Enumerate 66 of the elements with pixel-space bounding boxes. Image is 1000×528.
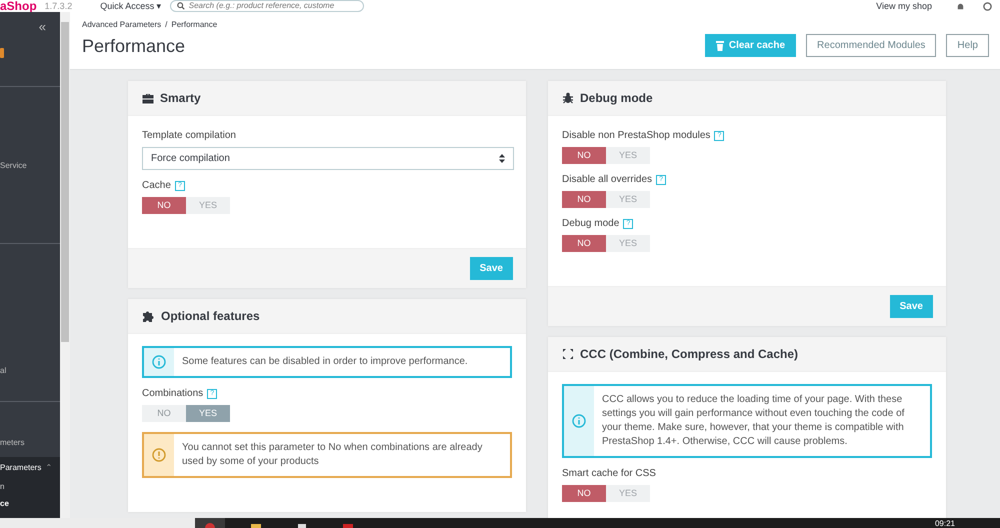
sidebar-item[interactable]: Service xyxy=(0,156,60,174)
sidebar-subitem[interactable]: ce xyxy=(0,495,60,512)
toolbar-button[interactable]: Clear cache xyxy=(704,34,796,57)
sidebar-subitem[interactable]: n xyxy=(0,478,60,495)
switch-option[interactable]: NO xyxy=(562,485,606,502)
user-icon[interactable] xyxy=(983,2,992,10)
page-title: Performance xyxy=(82,36,186,57)
logo-text: aShop xyxy=(0,1,37,11)
field-label: Cache xyxy=(142,180,171,191)
info-alert: CCC allows you to reduce the loading time of your page. With these settings you will gain performance without even touching the code of your theme. Make sure, however, that your theme is compatible with PrestaShop 1.4+. Otherwise, CCC will cause problems. xyxy=(562,384,932,458)
breadcrumb-link[interactable]: Performance xyxy=(171,20,218,29)
expand-icon xyxy=(562,348,574,360)
field-label: Smart cache for CSS xyxy=(562,468,656,479)
field-label: Combinations xyxy=(142,388,204,399)
search-field[interactable]: Search (e.g.: product reference, custome xyxy=(170,0,364,12)
info-icon xyxy=(572,414,586,428)
yes-no-switch[interactable]: NO YES xyxy=(562,235,650,252)
toolbar-button[interactable]: Help xyxy=(946,34,989,57)
taskbar-clock: 09:21 xyxy=(934,518,955,528)
switch-option[interactable]: YES xyxy=(606,191,650,208)
save-button[interactable]: Save xyxy=(470,257,513,280)
sort-caret-icon xyxy=(499,154,505,163)
field-label: Debug mode xyxy=(562,218,620,229)
switch-option[interactable]: YES xyxy=(606,235,650,252)
scrollbar[interactable] xyxy=(60,12,70,518)
warning-alert: You cannot set this parameter to No when combinations are already used by some of your products xyxy=(142,432,512,478)
quick-access-menu[interactable]: Quick Access ▾ xyxy=(80,1,162,11)
panel-title: CCC (Combine, Compress and Cache) xyxy=(580,347,798,361)
toolbar-button[interactable]: Recommended Modules xyxy=(806,34,936,57)
switch-option[interactable]: NO xyxy=(562,235,606,252)
bell-icon[interactable] xyxy=(956,2,965,10)
info-icon xyxy=(152,355,166,369)
template-compilation-select[interactable]: Force compilation xyxy=(142,147,514,170)
bug-icon xyxy=(562,92,574,104)
switch-option[interactable]: YES xyxy=(186,197,230,214)
switch-option[interactable]: YES xyxy=(606,147,650,164)
menu-icon[interactable] xyxy=(0,48,4,58)
yes-no-switch[interactable]: NO YES xyxy=(562,485,650,502)
panel-title: Optional features xyxy=(161,309,260,323)
puzzle-icon xyxy=(142,310,155,322)
sidebar-item[interactable]: al xyxy=(0,362,60,379)
panel-title: Debug mode xyxy=(580,91,653,105)
sidebar-item[interactable]: meters xyxy=(0,434,60,451)
yes-no-switch[interactable]: NO YES xyxy=(562,191,650,208)
collapse-icon[interactable]: « xyxy=(38,19,46,34)
field-label: Template compilation xyxy=(142,130,236,141)
switch-option[interactable]: NO xyxy=(142,197,186,214)
switch-option[interactable]: NO xyxy=(562,191,606,208)
yes-no-switch[interactable]: NO YES xyxy=(562,147,650,164)
version-text: 1.7.3.2 xyxy=(44,1,72,11)
panel-title: Smarty xyxy=(160,91,201,105)
briefcase-icon xyxy=(142,92,154,104)
switch-option[interactable]: YES xyxy=(606,485,650,502)
view-shop-link[interactable]: View my shop xyxy=(876,1,932,11)
info-alert: Some features can be disabled in order to improve performance. xyxy=(142,346,512,378)
trash-icon xyxy=(716,40,724,50)
field-label: Disable all overrides xyxy=(562,174,652,185)
yes-no-switch[interactable]: NO YES xyxy=(142,197,230,214)
exclamation-icon xyxy=(152,448,166,462)
breadcrumb-separator: / xyxy=(165,20,168,29)
search-icon xyxy=(176,2,185,10)
switch-option[interactable]: NO xyxy=(562,147,606,164)
breadcrumb-link[interactable]: Advanced Parameters xyxy=(82,20,162,29)
save-button[interactable]: Save xyxy=(890,295,933,318)
sidebar-item[interactable]: Parameters ⌃ xyxy=(0,457,60,478)
field-label: Disable non PrestaShop modules xyxy=(562,130,710,141)
